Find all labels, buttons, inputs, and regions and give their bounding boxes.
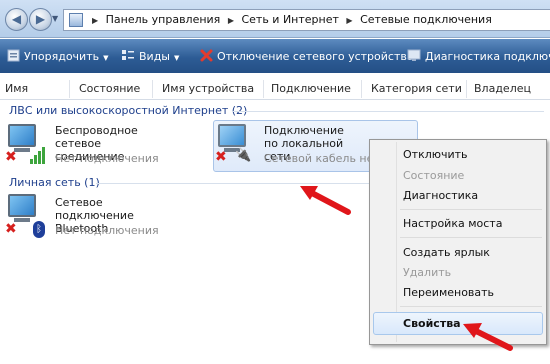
command-toolbar: Упорядочить ▼ Виды ▼ Отключение сетевого у…: [0, 39, 550, 73]
monitor-icon: [8, 124, 36, 147]
column-header: Имя Состояние Имя устройства Подключение…: [0, 78, 550, 100]
chevron-down-icon: ▼: [174, 54, 180, 62]
history-dropdown-icon[interactable]: ▼: [52, 14, 58, 23]
menu-separator: [400, 237, 542, 238]
item-status: Сетевой кабель не п: [264, 152, 385, 165]
address-bar: ◀ ▶ ▼ ▶ Панель управления ▶ Сеть и Интер…: [0, 0, 550, 38]
monitor-icon: [218, 124, 246, 147]
organize-button[interactable]: Упорядочить ▼: [7, 49, 109, 65]
column-divider[interactable]: [152, 80, 153, 98]
breadcrumb-item-control-panel[interactable]: Панель управления: [106, 13, 221, 26]
bluetooth-icon: ᛒ: [33, 221, 45, 238]
control-panel-icon: [69, 13, 83, 27]
diagnostics-button[interactable]: Диагностика подключ: [407, 49, 550, 65]
diagnostics-icon: [407, 49, 421, 65]
column-divider[interactable]: [69, 80, 70, 98]
breadcrumb-item-network-internet[interactable]: Сеть и Интернет: [241, 13, 338, 26]
group-header-lan[interactable]: ЛВС или высокоскоростной Интернет (2): [9, 104, 247, 117]
item-name-line: Сетевое подключение: [55, 196, 134, 222]
red-x-icon: [200, 49, 213, 65]
item-status: Нет подключения: [55, 224, 159, 237]
breadcrumb: ▶ Панель управления ▶ Сеть и Интернет ▶ …: [88, 13, 492, 26]
column-device-name[interactable]: Имя устройства: [162, 82, 254, 95]
breadcrumb-separator-icon[interactable]: ▶: [346, 16, 352, 25]
organize-icon: [7, 49, 20, 65]
organize-label: Упорядочить: [24, 50, 100, 63]
breadcrumb-separator-icon[interactable]: ▶: [228, 16, 234, 25]
column-divider[interactable]: [361, 80, 362, 98]
menu-item-rename[interactable]: Переименовать: [403, 286, 494, 299]
column-connection[interactable]: Подключение: [271, 82, 351, 95]
address-field[interactable]: ▶ Панель управления ▶ Сеть и Интернет ▶ …: [63, 9, 550, 31]
monitor-icon: [8, 194, 36, 217]
disconnected-x-icon: ✖: [5, 149, 17, 165]
red-arrow-icon: [300, 186, 351, 215]
views-icon: [121, 49, 135, 65]
column-divider[interactable]: [466, 80, 467, 98]
red-arrow-icon: [463, 323, 513, 351]
network-cable-icon: 🔌: [235, 148, 252, 163]
menu-item-properties[interactable]: Свойства: [403, 317, 461, 330]
back-arrow-icon[interactable]: ◀: [5, 8, 28, 31]
group-divider: [232, 111, 544, 112]
menu-item-delete[interactable]: Удалить: [403, 266, 451, 279]
menu-item-create-shortcut[interactable]: Создать ярлык: [403, 246, 490, 259]
menu-item-bridge[interactable]: Настройка моста: [403, 217, 502, 230]
menu-item-disable[interactable]: Отключить: [403, 148, 468, 161]
column-name[interactable]: Имя: [5, 82, 28, 95]
chevron-down-icon: ▼: [103, 54, 109, 62]
menu-separator: [400, 306, 542, 307]
disconnected-x-icon: ✖: [5, 221, 17, 237]
item-status: Нет подключения: [55, 152, 159, 165]
views-label: Виды: [139, 50, 170, 63]
wireless-signal-icon: [30, 146, 48, 164]
breadcrumb-item-network-connections[interactable]: Сетевые подключения: [360, 13, 492, 26]
column-state[interactable]: Состояние: [79, 82, 140, 95]
breadcrumb-separator-icon[interactable]: ▶: [92, 16, 98, 25]
column-network-category[interactable]: Категория сети: [371, 82, 462, 95]
menu-item-status[interactable]: Состояние: [403, 169, 464, 182]
forward-arrow-icon[interactable]: ▶: [29, 8, 52, 31]
item-name-line: Беспроводное сетевое: [55, 124, 138, 150]
context-menu: Отключить Состояние Диагностика Настройк…: [369, 139, 547, 345]
item-name-line: Подключение по локальной: [264, 124, 344, 150]
disable-device-button[interactable]: Отключение сетевого устройства: [200, 49, 414, 65]
column-divider[interactable]: [263, 80, 264, 98]
views-button[interactable]: Виды ▼: [121, 49, 179, 65]
column-owner[interactable]: Владелец: [474, 82, 531, 95]
group-header-personal[interactable]: Личная сеть (1): [9, 176, 100, 189]
disconnected-x-icon: ✖: [215, 149, 227, 165]
disable-device-label: Отключение сетевого устройства: [217, 50, 414, 63]
diagnostics-label: Диагностика подключ: [425, 50, 550, 63]
menu-separator: [400, 209, 542, 210]
menu-item-diagnostics[interactable]: Диагностика: [403, 189, 478, 202]
